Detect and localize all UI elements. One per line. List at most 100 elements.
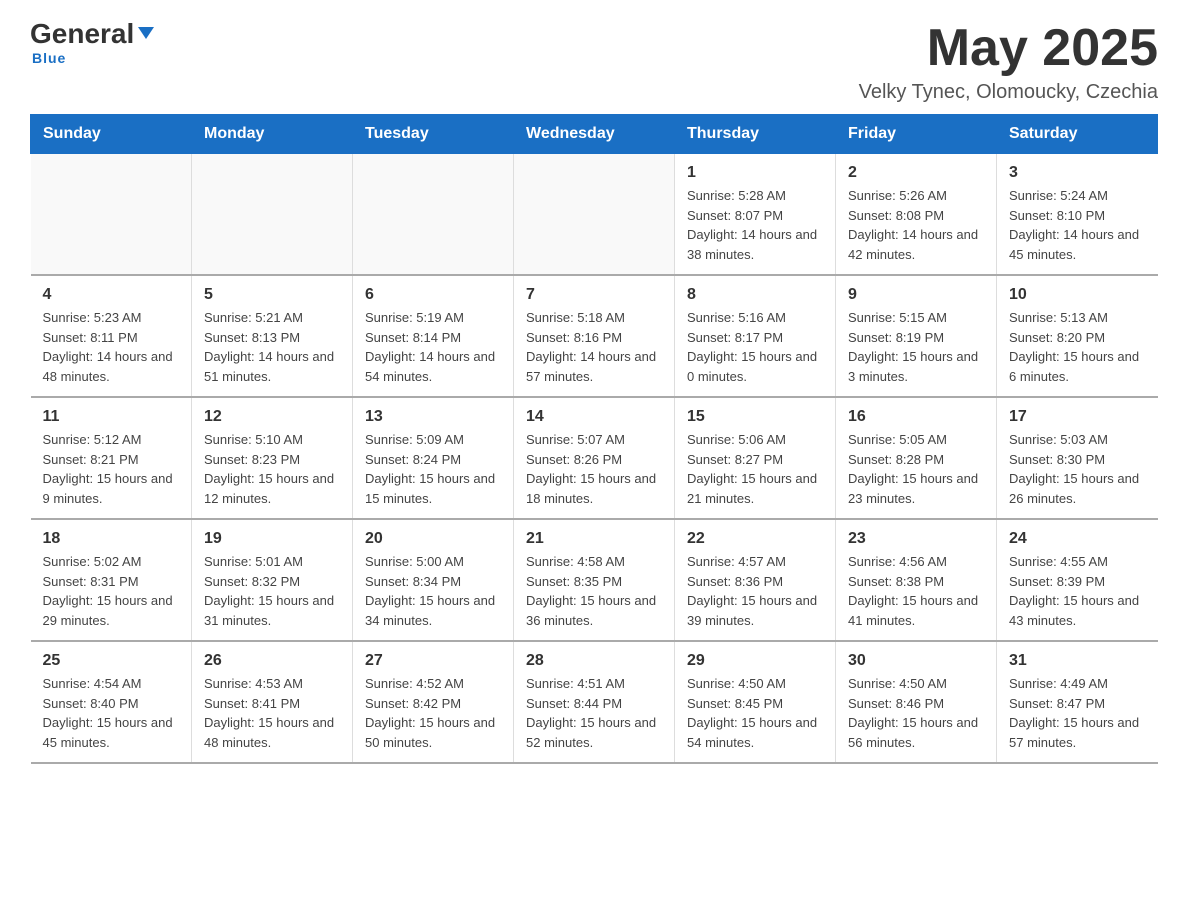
calendar-cell: 9 Sunrise: 5:15 AMSunset: 8:19 PMDaylight…	[836, 275, 997, 397]
calendar-cell: 28Sunrise: 4:51 AMSunset: 8:44 PMDayligh…	[514, 641, 675, 763]
day-number: 5	[204, 286, 340, 304]
calendar-cell: 8 Sunrise: 5:16 AMSunset: 8:17 PMDaylight…	[675, 275, 836, 397]
calendar-week-1: 1 Sunrise: 5:28 AMSunset: 8:07 PMDaylight…	[31, 154, 1158, 276]
day-info: Sunrise: 5:26 AMSunset: 8:08 PMDaylight:…	[848, 186, 984, 264]
day-number: 26	[204, 652, 340, 670]
calendar-cell: 4Sunrise: 5:23 AMSunset: 8:11 PMDaylight…	[31, 275, 192, 397]
calendar-cell: 17 Sunrise: 5:03 AMSunset: 8:30 PMDayligh…	[997, 397, 1158, 519]
day-info: Sunrise: 4:50 AMSunset: 8:45 PMDaylight:…	[687, 674, 823, 752]
day-number: 1	[687, 164, 823, 182]
calendar-cell: 16 Sunrise: 5:05 AMSunset: 8:28 PMDayligh…	[836, 397, 997, 519]
weekday-header-friday: Friday	[836, 115, 997, 154]
weekday-header-tuesday: Tuesday	[353, 115, 514, 154]
day-number: 31	[1009, 652, 1146, 670]
day-number: 29	[687, 652, 823, 670]
day-info: Sunrise: 4:58 AMSunset: 8:35 PMDaylight:…	[526, 552, 662, 630]
calendar-cell: 1 Sunrise: 5:28 AMSunset: 8:07 PMDaylight…	[675, 154, 836, 276]
day-info: Sunrise: 5:10 AMSunset: 8:23 PMDaylight:…	[204, 430, 340, 508]
calendar-week-5: 25Sunrise: 4:54 AMSunset: 8:40 PMDayligh…	[31, 641, 1158, 763]
calendar-cell: 14Sunrise: 5:07 AMSunset: 8:26 PMDayligh…	[514, 397, 675, 519]
day-number: 3	[1009, 164, 1146, 182]
day-info: Sunrise: 5:03 AMSunset: 8:30 PMDaylight:…	[1009, 430, 1146, 508]
logo-triangle-icon	[138, 27, 154, 39]
day-info: Sunrise: 4:54 AMSunset: 8:40 PMDaylight:…	[43, 674, 180, 752]
calendar-cell: 10 Sunrise: 5:13 AMSunset: 8:20 PMDayligh…	[997, 275, 1158, 397]
day-info: Sunrise: 5:06 AMSunset: 8:27 PMDaylight:…	[687, 430, 823, 508]
calendar-body: 1 Sunrise: 5:28 AMSunset: 8:07 PMDaylight…	[31, 154, 1158, 764]
day-number: 28	[526, 652, 662, 670]
calendar-cell: 30 Sunrise: 4:50 AMSunset: 8:46 PMDayligh…	[836, 641, 997, 763]
calendar-cell: 5 Sunrise: 5:21 AMSunset: 8:13 PMDaylight…	[192, 275, 353, 397]
logo-text: General	[30, 20, 154, 48]
day-info: Sunrise: 5:24 AMSunset: 8:10 PMDaylight:…	[1009, 186, 1146, 264]
calendar-cell: 6 Sunrise: 5:19 AMSunset: 8:14 PMDaylight…	[353, 275, 514, 397]
day-number: 7	[526, 286, 662, 304]
day-number: 9	[848, 286, 984, 304]
weekday-header-thursday: Thursday	[675, 115, 836, 154]
day-info: Sunrise: 4:57 AMSunset: 8:36 PMDaylight:…	[687, 552, 823, 630]
day-number: 17	[1009, 408, 1146, 426]
day-info: Sunrise: 5:19 AMSunset: 8:14 PMDaylight:…	[365, 308, 501, 386]
logo: General Blue	[30, 20, 154, 66]
day-number: 22	[687, 530, 823, 548]
day-number: 10	[1009, 286, 1146, 304]
day-info: Sunrise: 5:13 AMSunset: 8:20 PMDaylight:…	[1009, 308, 1146, 386]
day-number: 12	[204, 408, 340, 426]
day-number: 13	[365, 408, 501, 426]
day-info: Sunrise: 5:12 AMSunset: 8:21 PMDaylight:…	[43, 430, 180, 508]
day-info: Sunrise: 5:15 AMSunset: 8:19 PMDaylight:…	[848, 308, 984, 386]
day-number: 24	[1009, 530, 1146, 548]
day-info: Sunrise: 5:00 AMSunset: 8:34 PMDaylight:…	[365, 552, 501, 630]
day-info: Sunrise: 4:50 AMSunset: 8:46 PMDaylight:…	[848, 674, 984, 752]
calendar-cell: 31Sunrise: 4:49 AMSunset: 8:47 PMDayligh…	[997, 641, 1158, 763]
day-info: Sunrise: 5:21 AMSunset: 8:13 PMDaylight:…	[204, 308, 340, 386]
calendar-cell	[192, 154, 353, 276]
weekday-header-sunday: Sunday	[31, 115, 192, 154]
day-info: Sunrise: 5:28 AMSunset: 8:07 PMDaylight:…	[687, 186, 823, 264]
calendar-cell: 22 Sunrise: 4:57 AMSunset: 8:36 PMDayligh…	[675, 519, 836, 641]
day-number: 6	[365, 286, 501, 304]
calendar-cell: 2Sunrise: 5:26 AMSunset: 8:08 PMDaylight…	[836, 154, 997, 276]
weekday-header-wednesday: Wednesday	[514, 115, 675, 154]
title-block: May 2025 Velky Tynec, Olomoucky, Czechia	[859, 20, 1158, 104]
day-number: 8	[687, 286, 823, 304]
calendar-cell: 11Sunrise: 5:12 AMSunset: 8:21 PMDayligh…	[31, 397, 192, 519]
calendar-cell: 24 Sunrise: 4:55 AMSunset: 8:39 PMDayligh…	[997, 519, 1158, 641]
weekday-header-monday: Monday	[192, 115, 353, 154]
day-number: 18	[43, 530, 180, 548]
calendar-table: SundayMondayTuesdayWednesdayThursdayFrid…	[30, 114, 1158, 764]
day-info: Sunrise: 4:55 AMSunset: 8:39 PMDaylight:…	[1009, 552, 1146, 630]
day-info: Sunrise: 4:56 AMSunset: 8:38 PMDaylight:…	[848, 552, 984, 630]
day-number: 23	[848, 530, 984, 548]
calendar-cell: 23 Sunrise: 4:56 AMSunset: 8:38 PMDayligh…	[836, 519, 997, 641]
calendar-cell: 13Sunrise: 5:09 AMSunset: 8:24 PMDayligh…	[353, 397, 514, 519]
calendar-title: May 2025	[859, 20, 1158, 77]
day-info: Sunrise: 5:16 AMSunset: 8:17 PMDaylight:…	[687, 308, 823, 386]
day-number: 30	[848, 652, 984, 670]
day-number: 21	[526, 530, 662, 548]
day-info: Sunrise: 4:52 AMSunset: 8:42 PMDaylight:…	[365, 674, 501, 752]
logo-general: General	[30, 18, 134, 49]
calendar-cell: 29 Sunrise: 4:50 AMSunset: 8:45 PMDayligh…	[675, 641, 836, 763]
page-header: General Blue May 2025 Velky Tynec, Olomo…	[30, 20, 1158, 104]
day-info: Sunrise: 5:01 AMSunset: 8:32 PMDaylight:…	[204, 552, 340, 630]
calendar-header: SundayMondayTuesdayWednesdayThursdayFrid…	[31, 115, 1158, 154]
day-info: Sunrise: 5:23 AMSunset: 8:11 PMDaylight:…	[43, 308, 180, 386]
day-info: Sunrise: 5:18 AMSunset: 8:16 PMDaylight:…	[526, 308, 662, 386]
calendar-week-2: 4Sunrise: 5:23 AMSunset: 8:11 PMDaylight…	[31, 275, 1158, 397]
day-number: 27	[365, 652, 501, 670]
weekday-header-row: SundayMondayTuesdayWednesdayThursdayFrid…	[31, 115, 1158, 154]
calendar-cell: 3 Sunrise: 5:24 AMSunset: 8:10 PMDaylight…	[997, 154, 1158, 276]
day-number: 16	[848, 408, 984, 426]
day-info: Sunrise: 5:02 AMSunset: 8:31 PMDaylight:…	[43, 552, 180, 630]
calendar-cell: 19Sunrise: 5:01 AMSunset: 8:32 PMDayligh…	[192, 519, 353, 641]
calendar-cell: 25Sunrise: 4:54 AMSunset: 8:40 PMDayligh…	[31, 641, 192, 763]
day-number: 15	[687, 408, 823, 426]
day-info: Sunrise: 4:53 AMSunset: 8:41 PMDaylight:…	[204, 674, 340, 752]
calendar-week-3: 11Sunrise: 5:12 AMSunset: 8:21 PMDayligh…	[31, 397, 1158, 519]
calendar-cell: 26 Sunrise: 4:53 AMSunset: 8:41 PMDayligh…	[192, 641, 353, 763]
calendar-cell: 27 Sunrise: 4:52 AMSunset: 8:42 PMDayligh…	[353, 641, 514, 763]
calendar-subtitle: Velky Tynec, Olomoucky, Czechia	[859, 81, 1158, 104]
day-info: Sunrise: 5:05 AMSunset: 8:28 PMDaylight:…	[848, 430, 984, 508]
calendar-week-4: 18 Sunrise: 5:02 AMSunset: 8:31 PMDayligh…	[31, 519, 1158, 641]
